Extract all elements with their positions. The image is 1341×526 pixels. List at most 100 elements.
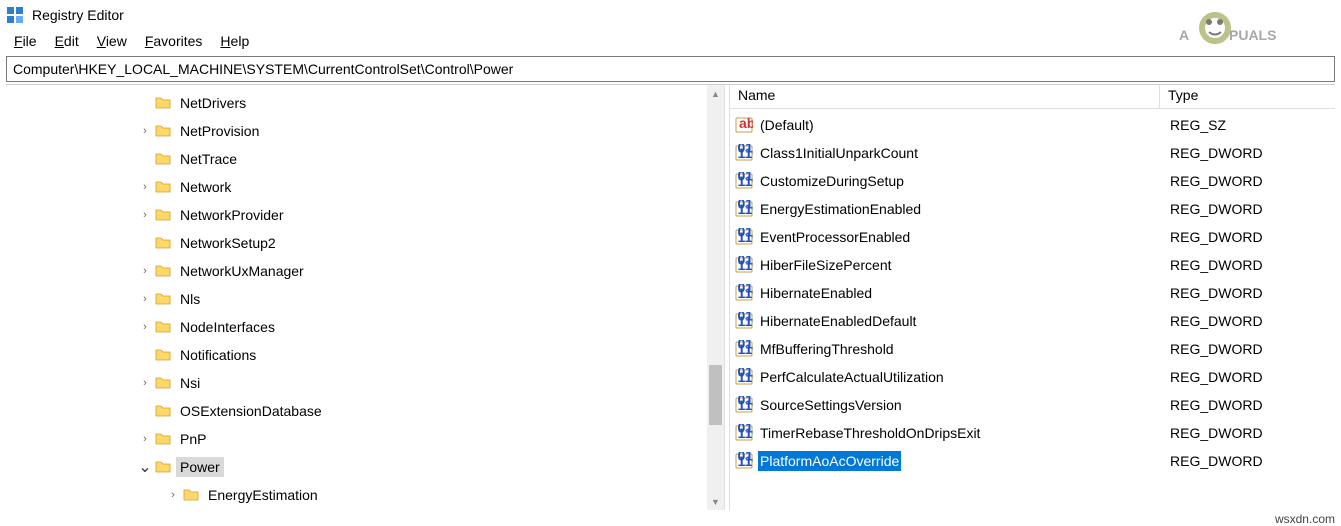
tree-item[interactable]: ›NetworkProvider (6, 201, 724, 229)
tree-item-label: NetworkUxManager (176, 261, 308, 281)
tree-item[interactable]: › Nsi (6, 369, 724, 397)
col-name[interactable]: Name (730, 85, 1160, 108)
menu-favorites[interactable]: Favorites (137, 31, 211, 51)
app-icon (6, 6, 24, 24)
address-text: Computer\HKEY_LOCAL_MACHINE\SYSTEM\Curre… (13, 61, 513, 77)
window-title: Registry Editor (32, 7, 124, 23)
list-row[interactable]: 011110HiberFileSizePercentREG_DWORD (730, 251, 1335, 279)
svg-text:110: 110 (738, 173, 754, 189)
tree-item[interactable]: ›Notifications (6, 341, 724, 369)
chevron-right-icon[interactable]: › (136, 206, 154, 224)
tree-item[interactable]: ›NetworkSetup2 (6, 229, 724, 257)
tree-item-label: NodeInterfaces (176, 317, 279, 337)
tree-scrollbar[interactable]: ▲ ▼ (707, 85, 724, 510)
value-type: REG_DWORD (1162, 199, 1335, 219)
tree-item[interactable]: ›OSExtensionDatabase (6, 397, 724, 425)
dword-value-icon: 011110 (734, 283, 754, 303)
scroll-thumb[interactable] (709, 365, 722, 425)
chevron-right-icon[interactable]: › (136, 374, 154, 392)
tree-item[interactable]: ›Network (6, 173, 724, 201)
list-row[interactable]: 011110EventProcessorEnabledREG_DWORD (730, 223, 1335, 251)
chevron-right-icon[interactable]: › (164, 486, 182, 504)
list-row[interactable]: 011110Class1InitialUnparkCountREG_DWORD (730, 139, 1335, 167)
titlebar: Registry Editor (0, 0, 1341, 30)
folder-icon (154, 206, 172, 224)
menu-view[interactable]: View (89, 31, 135, 51)
list-row[interactable]: 011110HibernateEnabled REG_DWORD (730, 279, 1335, 307)
tree-item[interactable]: ›NetTrace (6, 145, 724, 173)
list-row[interactable]: 011110PlatformAoAcOverrideREG_DWORD (730, 447, 1335, 475)
chevron-right-icon[interactable]: › (136, 178, 154, 196)
tree-item-label: NetTrace (176, 149, 241, 169)
value-type: REG_DWORD (1162, 255, 1335, 275)
tree-item-label: Nsi (176, 373, 204, 393)
value-name: CustomizeDuringSetup (758, 171, 906, 191)
value-type: REG_DWORD (1162, 171, 1335, 191)
folder-icon (154, 178, 172, 196)
value-type: REG_DWORD (1162, 367, 1335, 387)
svg-text:110: 110 (738, 425, 754, 441)
menu-edit[interactable]: Edit (47, 31, 87, 51)
tree-item-label: NetProvision (176, 121, 263, 141)
svg-text:110: 110 (738, 341, 754, 357)
chevron-right-icon[interactable]: › (136, 122, 154, 140)
svg-text:A: A (1179, 27, 1189, 43)
address-bar[interactable]: Computer\HKEY_LOCAL_MACHINE\SYSTEM\Curre… (6, 56, 1335, 82)
list-row[interactable]: 011110CustomizeDuringSetupREG_DWORD (730, 167, 1335, 195)
folder-icon (154, 458, 172, 476)
tree-item[interactable]: › PnP (6, 425, 724, 453)
value-type: REG_DWORD (1162, 423, 1335, 443)
scroll-down-icon[interactable]: ▼ (707, 493, 724, 510)
tree-item[interactable]: › NodeInterfaces (6, 313, 724, 341)
value-name: TimerRebaseThresholdOnDripsExit (758, 423, 982, 443)
tree-item-label: EnergyEstimation (204, 485, 322, 505)
menubar: File Edit View Favorites Help (0, 30, 1341, 52)
folder-icon (154, 262, 172, 280)
svg-text:110: 110 (738, 313, 754, 329)
folder-icon (154, 94, 172, 112)
folder-icon (154, 402, 172, 420)
list-row[interactable]: ab(Default)REG_SZ (730, 111, 1335, 139)
chevron-right-icon[interactable]: › (136, 430, 154, 448)
list-row[interactable]: 011110TimerRebaseThresholdOnDripsExitREG… (730, 419, 1335, 447)
menu-file[interactable]: File (6, 31, 45, 51)
footer-url: wsxdn.com (1275, 512, 1335, 526)
value-type: REG_DWORD (1162, 283, 1335, 303)
list-row[interactable]: 011110SourceSettingsVersionREG_DWORD (730, 391, 1335, 419)
tree-item[interactable]: › EnergyEstimation (6, 481, 724, 509)
folder-icon (154, 346, 172, 364)
svg-text:110: 110 (738, 229, 754, 245)
tree-item-label: NetDrivers (176, 93, 250, 113)
svg-text:110: 110 (738, 453, 754, 469)
tree-item[interactable]: ›NetDrivers (6, 89, 724, 117)
list-row[interactable]: 011110EnergyEstimationEnabledREG_DWORD (730, 195, 1335, 223)
list-header: Name Type (730, 85, 1335, 109)
tree-item[interactable]: ›Nls (6, 285, 724, 313)
scroll-up-icon[interactable]: ▲ (707, 85, 724, 102)
value-name: HibernateEnabledDefault (758, 311, 918, 331)
menu-help[interactable]: Help (212, 31, 257, 51)
chevron-right-icon[interactable]: › (136, 262, 154, 280)
dword-value-icon: 011110 (734, 255, 754, 275)
tree-item[interactable]: › NetProvision (6, 117, 724, 145)
list-row[interactable]: 011110PerfCalculateActualUtilizationREG_… (730, 363, 1335, 391)
col-type[interactable]: Type (1160, 85, 1335, 108)
folder-icon (154, 122, 172, 140)
value-type: REG_DWORD (1162, 311, 1335, 331)
svg-text:110: 110 (738, 201, 754, 217)
tree-item-label: PnP (176, 429, 210, 449)
chevron-right-icon[interactable]: › (136, 318, 154, 336)
value-type: REG_DWORD (1162, 451, 1335, 471)
folder-icon (154, 290, 172, 308)
list-row[interactable]: 011110MfBufferingThresholdREG_DWORD (730, 335, 1335, 363)
chevron-down-icon[interactable]: ⌄ (136, 458, 154, 476)
tree-item-label: NetworkSetup2 (176, 233, 280, 253)
value-name: HibernateEnabled (758, 283, 874, 303)
tree-item-label: Notifications (176, 345, 260, 365)
list-row[interactable]: 011110HibernateEnabledDefaultREG_DWORD (730, 307, 1335, 335)
tree-item[interactable]: ⌄ Power (6, 453, 724, 481)
dword-value-icon: 011110 (734, 339, 754, 359)
tree-item-label: Power (176, 457, 224, 477)
tree-item[interactable]: › NetworkUxManager (6, 257, 724, 285)
chevron-right-icon[interactable]: › (136, 290, 154, 308)
